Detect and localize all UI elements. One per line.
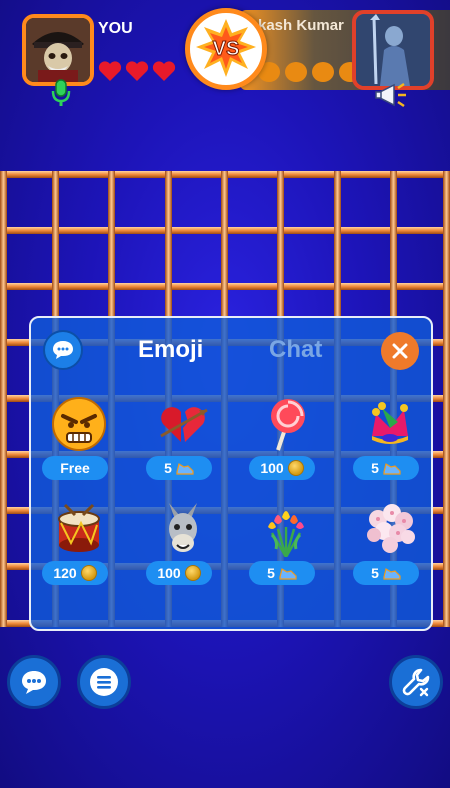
menu-icon bbox=[90, 668, 118, 696]
emoji-item-jester-hat[interactable]: 5 bbox=[344, 396, 436, 492]
emoji-item-drum[interactable]: 120 bbox=[33, 501, 125, 597]
shoe-currency-icon bbox=[383, 568, 401, 580]
tools-button[interactable] bbox=[389, 655, 443, 709]
emoji-item-flower-bouquet[interactable]: 5 bbox=[344, 501, 436, 597]
price-pill: 100 bbox=[249, 456, 315, 480]
vs-badge: VS bbox=[185, 8, 267, 90]
close-icon bbox=[392, 343, 408, 359]
opponent-lives bbox=[258, 62, 361, 82]
player-name: YOU bbox=[98, 20, 133, 37]
emoji-item-angry-face[interactable]: Free bbox=[33, 396, 125, 492]
price-pill: 5 bbox=[249, 561, 315, 585]
price-value: 5 bbox=[371, 565, 379, 581]
player-avatar[interactable] bbox=[22, 14, 94, 86]
opponent-avatar[interactable] bbox=[352, 10, 434, 90]
menu-button[interactable] bbox=[77, 655, 131, 709]
price-pill: 120 bbox=[42, 561, 108, 585]
heart-icon bbox=[125, 61, 149, 81]
angry-face-icon bbox=[52, 397, 106, 451]
emoji-item-donkey[interactable]: 100 bbox=[137, 501, 229, 597]
chat-bubble-icon bbox=[22, 671, 46, 694]
drum-icon bbox=[58, 503, 100, 552]
emoji-panel: Emoji Chat Free 5 100 5 120 100 5 5 bbox=[29, 316, 433, 631]
chat-button[interactable] bbox=[7, 655, 61, 709]
emoji-item-tulip-bouquet[interactable]: 5 bbox=[240, 501, 332, 597]
megaphone-icon[interactable] bbox=[374, 80, 410, 110]
life-token-icon bbox=[312, 62, 334, 82]
donkey-icon bbox=[169, 503, 197, 552]
price-pill: 5 bbox=[353, 561, 419, 585]
heart-icon bbox=[152, 61, 176, 81]
price-value: 5 bbox=[164, 460, 172, 476]
price-value: Free bbox=[60, 460, 90, 476]
microphone-icon[interactable] bbox=[50, 78, 72, 108]
emoji-item-broken-heart[interactable]: 5 bbox=[137, 396, 229, 492]
price-pill: Free bbox=[42, 456, 108, 480]
tulip-bouquet-icon bbox=[268, 511, 304, 557]
player-lives bbox=[98, 60, 176, 82]
coin-currency-icon bbox=[287, 460, 304, 476]
shoe-currency-icon bbox=[383, 463, 401, 475]
panel-chat-button[interactable] bbox=[43, 330, 83, 370]
coin-currency-icon bbox=[80, 565, 97, 581]
broken-heart-arrow-icon bbox=[160, 407, 208, 442]
tab-chat[interactable]: Chat bbox=[269, 336, 322, 364]
flower-bouquet-icon bbox=[367, 504, 415, 553]
heart-icon bbox=[98, 61, 122, 81]
chat-bubble-icon bbox=[53, 341, 73, 359]
life-token-icon bbox=[285, 62, 307, 82]
price-pill: 100 bbox=[146, 561, 212, 585]
price-pill: 5 bbox=[353, 456, 419, 480]
tab-emoji[interactable]: Emoji bbox=[138, 336, 203, 364]
close-button[interactable] bbox=[381, 332, 419, 370]
emoji-item-lollipop[interactable]: 100 bbox=[240, 396, 332, 492]
price-value: 100 bbox=[260, 460, 284, 476]
vs-label: VS bbox=[213, 38, 240, 60]
lollipop-icon bbox=[271, 399, 305, 451]
shoe-currency-icon bbox=[279, 568, 297, 580]
price-value: 100 bbox=[157, 565, 181, 581]
price-value: 120 bbox=[53, 565, 77, 581]
coin-currency-icon bbox=[184, 565, 201, 581]
price-value: 5 bbox=[267, 565, 275, 581]
wrench-icon bbox=[402, 668, 430, 697]
jester-hat-icon bbox=[372, 402, 408, 444]
price-pill: 5 bbox=[146, 456, 212, 480]
shoe-currency-icon bbox=[176, 463, 194, 475]
opponent-name: kash Kumar bbox=[258, 17, 344, 34]
price-value: 5 bbox=[371, 460, 379, 476]
